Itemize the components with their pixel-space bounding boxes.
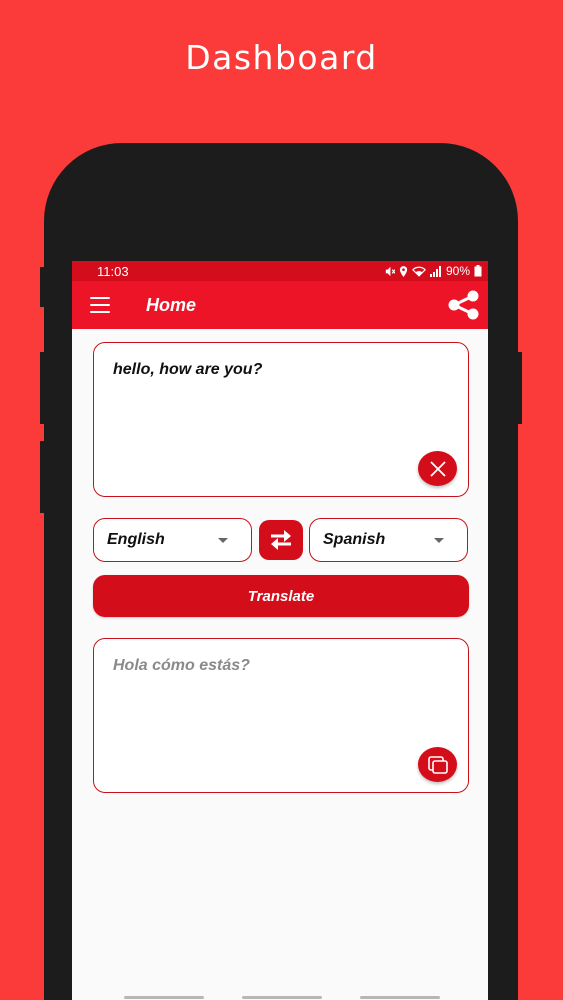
target-language-select[interactable]: Spanish [309,518,468,562]
battery-percent: 90% [445,264,470,278]
target-language-label: Spanish [323,531,386,548]
copy-icon [427,755,448,774]
status-time: 11:03 [97,263,129,279]
close-icon [429,460,446,477]
source-language-select[interactable]: English [93,518,252,562]
swap-languages-button[interactable] [259,520,303,560]
chevron-down-icon [218,538,228,543]
app-bar: Home [72,281,488,329]
wifi-icon [411,266,426,277]
hamburger-menu-icon[interactable] [90,297,110,313]
share-icon[interactable] [446,290,480,320]
promo-title: Dashboard [185,38,378,77]
translation-output: Hola cómo estás? [93,638,469,793]
signal-icon [429,265,441,277]
mute-icon [385,266,395,276]
swap-arrows-icon [271,530,291,550]
nav-bar-indicator [242,996,322,999]
nav-bar-indicator [360,996,440,999]
translated-text: Hola cómo estás? [113,657,250,674]
chevron-down-icon [434,538,444,543]
location-icon [399,265,408,277]
phone-screen: 11:03 90% Home hello, how are you? Engli… [72,261,488,1000]
clear-button[interactable] [418,451,457,486]
status-icons: 90% [384,264,482,278]
page-title: Home [146,294,197,315]
status-bar: 11:03 90% [72,261,488,281]
nav-bar-indicator [124,996,204,999]
source-text[interactable]: hello, how are you? [113,361,262,379]
battery-icon [474,265,482,277]
translate-button[interactable]: Translate [93,575,469,617]
copy-button[interactable] [418,747,457,782]
source-language-label: English [107,531,165,548]
source-text-input[interactable]: hello, how are you? [93,342,469,497]
